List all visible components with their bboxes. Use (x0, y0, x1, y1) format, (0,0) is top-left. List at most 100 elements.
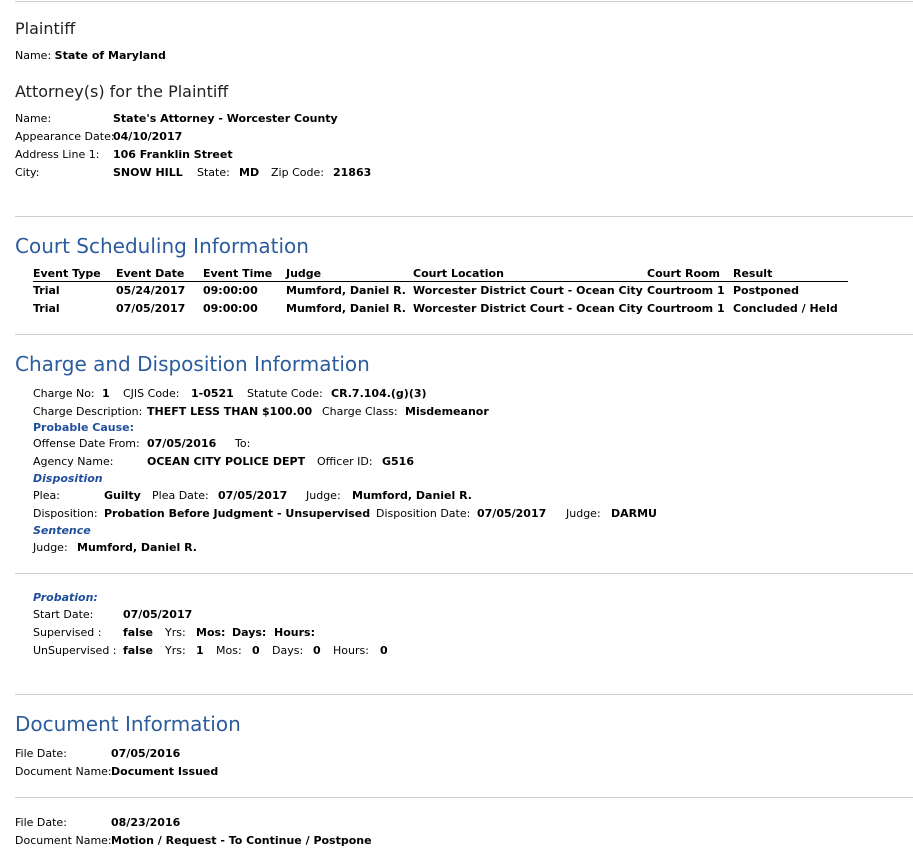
charge-class-label: Charge Class: (322, 405, 398, 418)
officer-id-label: Officer ID: (317, 455, 373, 468)
divider (15, 694, 913, 695)
cell-result: Postponed (733, 284, 800, 297)
plea-judge-value: Mumford, Daniel R. (352, 489, 472, 502)
cell-court-location: Worcester District Court - Ocean City (413, 284, 643, 297)
unsupervised-value: false (123, 644, 153, 657)
address-value: 106 Franklin Street (113, 148, 233, 161)
charge-no-label: Charge No: (33, 387, 95, 400)
supervised-yrs-label: Yrs: (165, 626, 186, 639)
plaintiff-heading: Plaintiff (15, 19, 76, 38)
disposition-heading: Disposition (33, 472, 103, 485)
sentence-judge-value: Mumford, Daniel R. (77, 541, 197, 554)
cell-event-time: 09:00:00 (203, 284, 258, 297)
city-value: SNOW HILL (113, 166, 183, 179)
plaintiff-name-label: Name: (15, 49, 52, 62)
officer-id-value: G516 (382, 455, 414, 468)
divider (15, 573, 913, 574)
supervised-label: Supervised : (33, 626, 102, 639)
file-date-label: File Date: (15, 816, 67, 829)
supervised-mos-label: Mos: (196, 626, 226, 639)
col-header-result: Result (733, 267, 773, 280)
supervised-days-label: Days: (232, 626, 267, 639)
statute-code-value: CR.7.104.(g)(3) (331, 387, 427, 400)
document-name-label: Document Name: (15, 834, 112, 847)
plea-value: Guilty (104, 489, 141, 502)
probation-start-label: Start Date: (33, 608, 94, 621)
sentence-heading: Sentence (33, 524, 91, 537)
col-header-court-location: Court Location (413, 267, 504, 280)
col-header-event-type: Event Type (33, 267, 101, 280)
cell-court-room: Courtroom 1 (647, 284, 725, 297)
offense-date-value: 07/05/2016 (147, 437, 217, 450)
top-divider (15, 1, 913, 2)
plea-judge-label: Judge: (306, 489, 341, 502)
state-value: MD (239, 166, 260, 179)
cell-event-type: Trial (33, 284, 60, 297)
offense-to-label: To: (235, 437, 251, 450)
attorney-heading: Attorney(s) for the Plaintiff (15, 82, 229, 101)
city-label: City: (15, 166, 40, 179)
document-name-value: Motion / Request - To Continue / Postpon… (111, 834, 372, 847)
address-label: Address Line 1: (15, 148, 100, 161)
divider (15, 797, 913, 798)
probable-cause-heading: Probable Cause: (33, 421, 135, 434)
plea-date-value: 07/05/2017 (218, 489, 288, 502)
zip-value: 21863 (333, 166, 372, 179)
statute-code-label: Statute Code: (247, 387, 323, 400)
col-header-court-room: Court Room (647, 267, 721, 280)
cell-court-room: Courtroom 1 (647, 302, 725, 315)
charge-no-value: 1 (102, 387, 110, 400)
offense-date-label: Offense Date From: (33, 437, 140, 450)
charge-description-label: Charge Description: (33, 405, 143, 418)
disposition-judge-value: DARMU (611, 507, 657, 520)
scheduling-heading: Court Scheduling Information (15, 234, 309, 258)
plea-date-label: Plea Date: (152, 489, 209, 502)
file-date-label: File Date: (15, 747, 67, 760)
cell-judge: Mumford, Daniel R. (286, 302, 406, 315)
unsupervised-mos-label: Mos: (216, 644, 242, 657)
disposition-date-value: 07/05/2017 (477, 507, 547, 520)
divider (15, 216, 913, 217)
cell-result: Concluded / Held (733, 302, 838, 315)
unsupervised-yrs-label: Yrs: (165, 644, 186, 657)
col-header-event-date: Event Date (116, 267, 185, 280)
cell-judge: Mumford, Daniel R. (286, 284, 406, 297)
charge-heading: Charge and Disposition Information (15, 352, 370, 376)
disposition-value: Probation Before Judgment - Unsupervised (104, 507, 371, 520)
divider (15, 334, 913, 335)
col-header-judge: Judge (286, 267, 322, 280)
unsupervised-hours-value: 0 (380, 644, 388, 657)
unsupervised-days-value: 0 (313, 644, 321, 657)
document-name-label: Document Name: (15, 765, 112, 778)
cjis-code-value: 1-0521 (191, 387, 234, 400)
appearance-date-value: 04/10/2017 (113, 130, 183, 143)
probation-heading: Probation: (33, 591, 98, 604)
disposition-judge-label: Judge: (566, 507, 601, 520)
file-date-value: 08/23/2016 (111, 816, 181, 829)
table-header-rule (33, 281, 848, 282)
agency-name-value: OCEAN CITY POLICE DEPT (147, 455, 306, 468)
zip-label: Zip Code: (271, 166, 324, 179)
col-header-event-time: Event Time (203, 267, 273, 280)
state-label: State: (197, 166, 230, 179)
attorney-name-value: State's Attorney - Worcester County (113, 112, 338, 125)
disposition-label: Disposition: (33, 507, 98, 520)
probation-start-value: 07/05/2017 (123, 608, 193, 621)
charge-class-value: Misdemeanor (405, 405, 489, 418)
plaintiff-name-value: State of Maryland (54, 49, 166, 62)
file-date-value: 07/05/2016 (111, 747, 181, 760)
documents-heading: Document Information (15, 712, 241, 736)
cell-event-time: 09:00:00 (203, 302, 258, 315)
cell-event-type: Trial (33, 302, 60, 315)
supervised-hours-label: Hours: (274, 626, 315, 639)
cell-event-date: 05/24/2017 (116, 284, 186, 297)
cell-court-location: Worcester District Court - Ocean City (413, 302, 643, 315)
unsupervised-hours-label: Hours: (333, 644, 369, 657)
supervised-value: false (123, 626, 153, 639)
sentence-judge-label: Judge: (33, 541, 68, 554)
attorney-name-label: Name: (15, 112, 52, 125)
unsupervised-mos-value: 0 (252, 644, 260, 657)
appearance-date-label: Appearance Date: (15, 130, 115, 143)
agency-name-label: Agency Name: (33, 455, 114, 468)
cjis-code-label: CJIS Code: (123, 387, 180, 400)
